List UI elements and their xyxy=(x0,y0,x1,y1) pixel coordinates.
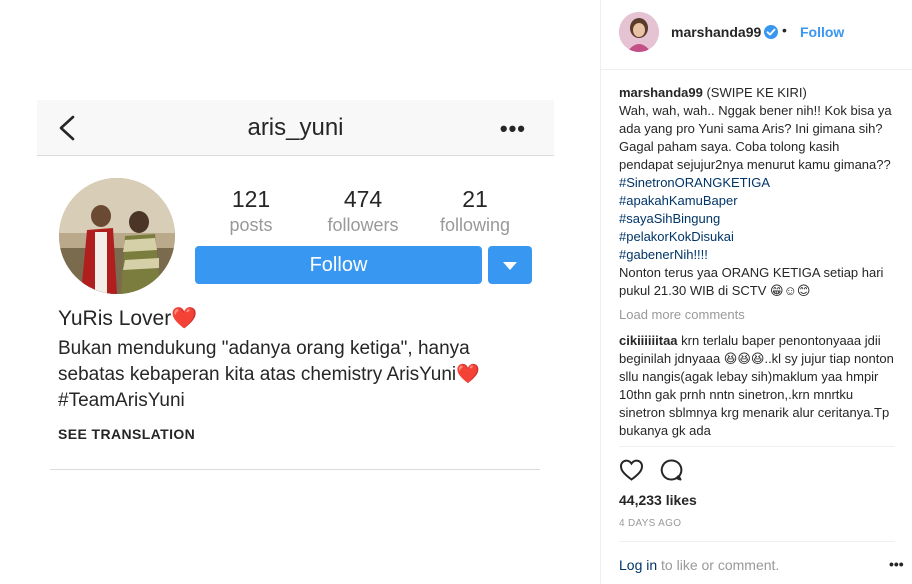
separator-dot: • xyxy=(782,22,787,38)
posts-label: posts xyxy=(229,215,273,235)
likes-count[interactable]: 44,233 likes xyxy=(619,492,697,508)
login-prompt-text: to like or comment. xyxy=(657,557,780,573)
load-more-comments-link[interactable]: Load more comments xyxy=(619,306,897,324)
post-options-icon[interactable]: ••• xyxy=(889,556,904,572)
comment-text: krn terlalu baper penontonyaaa jdii begi… xyxy=(619,333,894,438)
comments-list: marshanda99 (SWIPE KE KIRI) Wah, wah, wa… xyxy=(619,84,897,442)
comment-icon[interactable] xyxy=(659,458,683,482)
hashtag-link[interactable]: #SinetronORANGKETIGA xyxy=(619,175,770,190)
divider xyxy=(619,541,895,542)
header-follow-button[interactable]: Follow xyxy=(800,24,844,40)
hashtag-link[interactable]: #pelakorKokDisukai xyxy=(619,229,734,244)
caption-username[interactable]: marshanda99 xyxy=(619,85,703,100)
followers-label: followers xyxy=(327,215,399,235)
profile-username: aris_yuni xyxy=(247,114,344,141)
see-translation-link[interactable]: SEE TRANSLATION xyxy=(58,426,195,442)
caption-text-2: Wah, wah, wah.. Nggak bener nih!! Kok bi… xyxy=(619,103,892,172)
avatar[interactable] xyxy=(619,12,659,52)
profile-picture xyxy=(59,178,175,294)
post-header: marshanda99 • Follow xyxy=(601,0,912,70)
post-media: aris_yuni ••• 121 posts 474 followers 21… xyxy=(0,0,600,584)
following-count: 21 xyxy=(462,186,488,212)
login-link[interactable]: Log in xyxy=(619,557,657,573)
caption-closing: Nonton terus yaa ORANG KETIGA setiap har… xyxy=(619,265,884,298)
hashtag-link[interactable]: #apakahKamuBaper xyxy=(619,193,738,208)
caption: marshanda99 (SWIPE KE KIRI) Wah, wah, wa… xyxy=(619,84,897,300)
post-side-panel: marshanda99 • Follow marshanda99 (SWIPE … xyxy=(600,0,912,584)
profile-follow-button[interactable]: Follow xyxy=(195,246,482,284)
followers-count: 474 xyxy=(343,186,383,212)
divider xyxy=(50,469,540,470)
caption-text-1: (SWIPE KE KIRI) xyxy=(706,85,807,100)
bio-text: Bukan mendukung "adanya orang ketiga", h… xyxy=(58,338,480,411)
posts-count: 121 xyxy=(231,186,271,212)
bio-name: YuRis Lover❤️ xyxy=(58,307,198,330)
following-label: following xyxy=(439,215,511,235)
verified-badge-icon xyxy=(764,25,778,39)
heart-icon[interactable] xyxy=(619,458,644,482)
login-prompt: Log in to like or comment. xyxy=(619,557,779,573)
comment-username[interactable]: cikiiiiiitaa xyxy=(619,333,678,348)
hashtag-link[interactable]: #gabenerNih!!!! xyxy=(619,247,708,262)
more-options-icon[interactable]: ••• xyxy=(500,116,526,142)
hashtag-link[interactable]: #sayaSihBingung xyxy=(619,211,720,226)
profile-topbar: aris_yuni ••• xyxy=(37,100,554,156)
suggestions-dropdown-button[interactable] xyxy=(488,246,532,284)
comment: cikiiiiiitaa krn terlalu baper penontony… xyxy=(619,332,897,440)
header-username[interactable]: marshanda99 xyxy=(671,24,761,40)
divider xyxy=(619,446,895,447)
stat-followers: 474 followers xyxy=(303,186,423,236)
stat-following: 21 following xyxy=(415,186,535,236)
stat-posts: 121 posts xyxy=(191,186,311,236)
post-timestamp: 4 DAYS AGO xyxy=(619,518,682,529)
